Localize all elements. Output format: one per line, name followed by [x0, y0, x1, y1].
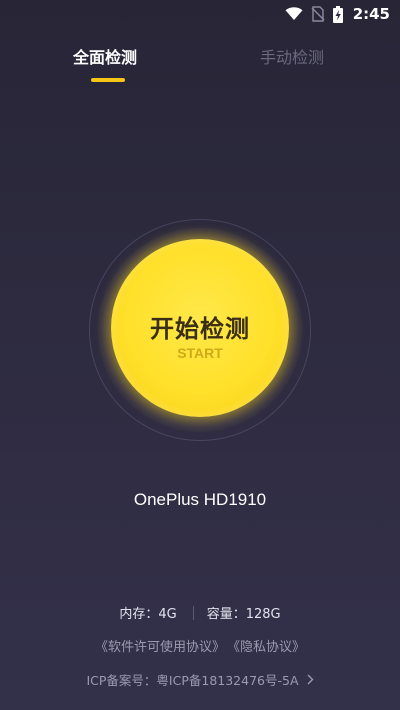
status-time: 2:45 — [352, 5, 390, 23]
privacy-policy-link[interactable]: 《隐私协议》 — [227, 636, 305, 655]
active-tab-indicator — [91, 78, 125, 82]
device-model: OnePlus HD1910 — [133, 490, 267, 509]
battery-charging-icon — [332, 5, 343, 23]
icp-text: ICP备案号：粤ICP备18132476号-5A — [86, 673, 299, 688]
device-specs: 内存：4G 容量：128G — [0, 603, 400, 622]
agreement-links: 《软件许可使用协议》 《隐私协议》 — [0, 636, 400, 655]
wifi-icon — [285, 7, 303, 21]
software-license-link[interactable]: 《软件许可使用协议》 — [95, 636, 225, 655]
status-bar: 2:45 — [0, 0, 400, 28]
spec-divider — [192, 605, 194, 620]
icp-record-link[interactable]: ICP备案号：粤ICP备18132476号-5A — [0, 670, 400, 689]
start-check-button[interactable]: 开始检测 START — [111, 239, 289, 417]
memory-spec: 内存：4G — [119, 607, 177, 622]
tab-full-check[interactable]: 全面检测 — [73, 44, 137, 68]
start-button-title: 开始检测 — [150, 315, 250, 343]
tab-manual-check[interactable]: 手动检测 — [260, 44, 324, 68]
tab-bar: 全面检测 手动检测 — [0, 40, 400, 90]
sim-no-signal-icon — [311, 6, 325, 22]
start-button-subtitle: START — [177, 345, 223, 361]
chevron-right-icon — [307, 674, 314, 685]
storage-spec: 容量：128G — [206, 607, 281, 622]
